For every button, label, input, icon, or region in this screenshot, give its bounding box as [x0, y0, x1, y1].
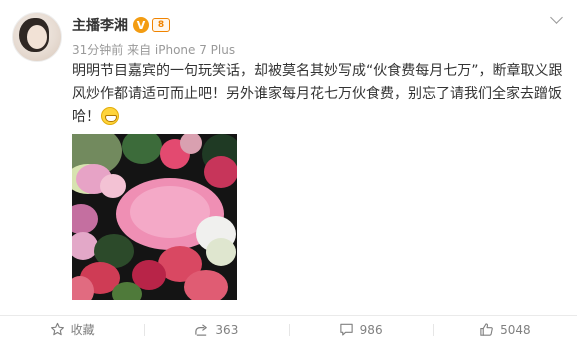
like-button[interactable]: 5048: [432, 316, 577, 343]
star-icon: [50, 322, 64, 336]
comment-button[interactable]: 986: [288, 316, 433, 343]
level-badge-icon: 8: [152, 18, 170, 32]
repost-count: 363: [215, 322, 239, 337]
grin-emoji-icon: [101, 107, 119, 125]
verified-badge-icon: V: [133, 17, 149, 33]
weibo-post-card: 主播李湘 V 8 31分钟前 来自 iPhone 7 Plus 明明节目嘉宾的一…: [0, 0, 577, 343]
share-icon: [195, 324, 208, 336]
favorite-button[interactable]: 收藏: [0, 316, 144, 343]
post-image[interactable]: [72, 134, 237, 300]
favorite-label: 收藏: [70, 323, 95, 337]
post-meta: 31分钟前 来自 iPhone 7 Plus: [72, 43, 236, 57]
action-bar: 收藏 363 986 5048: [0, 316, 577, 343]
thumbs-up-icon: [480, 323, 493, 336]
post-content: 明明节目嘉宾的一句玩笑话，却被莫名其妙写成“伙食费每月七万”，断章取义跟风炒作都…: [72, 60, 572, 129]
avatar[interactable]: [12, 12, 62, 62]
user-header: 主播李湘 V 8: [72, 15, 170, 35]
like-count: 5048: [500, 322, 531, 337]
comment-icon: [339, 323, 353, 336]
chevron-down-icon[interactable]: [550, 11, 563, 24]
comment-count: 986: [359, 322, 383, 337]
username[interactable]: 主播李湘: [72, 15, 128, 35]
post-text: 明明节目嘉宾的一句玩笑话，却被莫名其妙写成“伙食费每月七万”，断章取义跟风炒作都…: [72, 63, 563, 125]
repost-button[interactable]: 363: [144, 316, 288, 343]
